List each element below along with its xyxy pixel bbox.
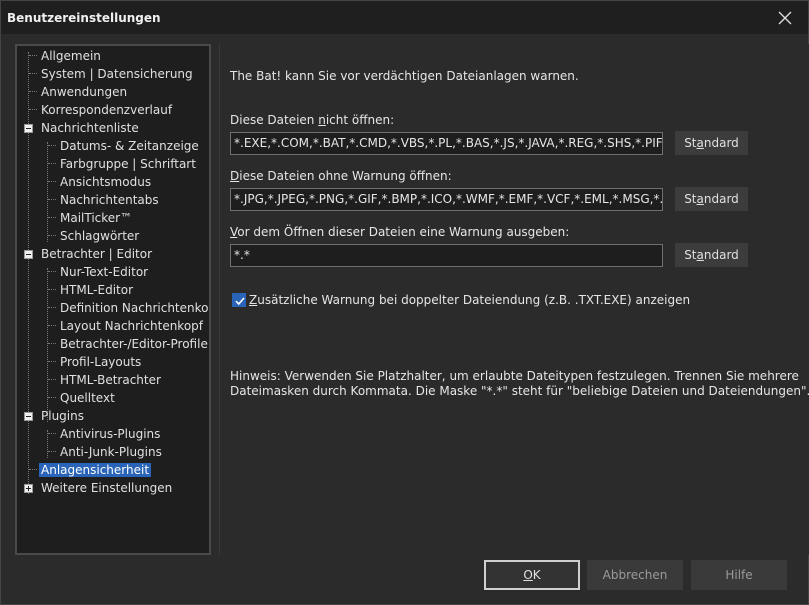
block-files-input[interactable]: *.EXE,*.COM,*.BAT,*.CMD,*.VBS,*.PL,*.BAS…	[230, 132, 663, 155]
tree-item-korrespondenzverlauf[interactable]: Korrespondenzverlauf	[41, 101, 172, 119]
tree-item-anwendungen[interactable]: Anwendungen	[41, 83, 127, 101]
expand-icon[interactable]	[24, 484, 33, 493]
warn-files-input[interactable]: *.*	[230, 244, 663, 267]
collapse-icon[interactable]	[24, 250, 33, 259]
hint-text-line1: Hinweis: Verwenden Sie Platzhalter, um e…	[230, 369, 799, 383]
close-button[interactable]	[762, 1, 808, 34]
tree-item-ansichtsmodus[interactable]: Ansichtsmodus	[60, 173, 151, 191]
tree-item-betrachter-editor[interactable]: Betrachter | Editor	[41, 245, 152, 263]
double-extension-label[interactable]: Zusätzliche Warnung bei doppelter Dateie…	[249, 293, 690, 307]
cancel-button[interactable]: Abbrechen	[587, 560, 683, 590]
tree-item-antivirus-plugins[interactable]: Antivirus-Plugins	[60, 425, 160, 443]
tree-item-datums-zeitanzeige[interactable]: Datums- & Zeitanzeige	[60, 137, 199, 155]
nowarn-files-standard-button[interactable]: Standard	[675, 187, 748, 211]
settings-dialog: Benutzereinstellungen Allgemein System |…	[0, 0, 809, 605]
double-extension-checkbox[interactable]	[232, 293, 246, 307]
titlebar: Benutzereinstellungen	[1, 1, 808, 34]
block-files-label: Diese Dateien nicht öffnen:	[230, 113, 395, 127]
ok-button[interactable]: OK	[484, 560, 580, 590]
settings-tree[interactable]: Allgemein System | Datensicherung Anwend…	[15, 44, 211, 555]
tree-item-farbgruppe[interactable]: Farbgruppe | Schriftart	[60, 155, 196, 173]
tree-item-definition-nachrichtenkopf[interactable]: Definition Nachrichtenkopf	[60, 299, 209, 317]
block-files-standard-button[interactable]: Standard	[675, 131, 748, 155]
close-icon	[778, 11, 792, 24]
warn-files-label: Vor dem Öffnen dieser Dateien eine Warnu…	[230, 225, 570, 239]
intro-text: The Bat! kann Sie vor verdächtigen Datei…	[230, 69, 579, 83]
tree-item-quelltext[interactable]: Quelltext	[60, 389, 115, 407]
collapse-icon[interactable]	[24, 412, 33, 421]
tree-item-nachrichtenliste[interactable]: Nachrichtenliste	[41, 119, 139, 137]
tree-item-system[interactable]: System | Datensicherung	[41, 65, 193, 83]
nowarn-files-input[interactable]: *.JPG,*.JPEG,*.PNG,*.GIF,*.BMP,*.ICO,*.W…	[230, 188, 663, 211]
hint-text-line2: Dateimasken durch Kommata. Die Maske "*.…	[230, 384, 809, 398]
attachment-security-panel: The Bat! kann Sie vor verdächtigen Datei…	[219, 44, 809, 555]
help-button[interactable]: Hilfe	[691, 560, 787, 590]
tree-item-mailticker[interactable]: MailTicker™	[60, 209, 132, 227]
tree-item-profil-layouts[interactable]: Profil-Layouts	[60, 353, 141, 371]
warn-files-standard-button[interactable]: Standard	[675, 243, 748, 267]
tree-item-nur-text-editor[interactable]: Nur-Text-Editor	[60, 263, 148, 281]
nowarn-files-label: Diese Dateien ohne Warnung öffnen:	[230, 169, 452, 183]
tree-item-html-editor[interactable]: HTML-Editor	[60, 281, 133, 299]
tree-item-nachrichtentabs[interactable]: Nachrichtentabs	[60, 191, 159, 209]
window-title: Benutzereinstellungen	[7, 11, 161, 25]
tree-item-editor-profile[interactable]: Betrachter-/Editor-Profile	[60, 335, 208, 353]
tree-item-layout-nachrichtenkopf[interactable]: Layout Nachrichtenkopf	[60, 317, 203, 335]
checkmark-icon	[235, 297, 245, 306]
collapse-icon[interactable]	[24, 124, 33, 133]
tree-item-anti-junk-plugins[interactable]: Anti-Junk-Plugins	[60, 443, 162, 461]
tree-item-anlagensicherheit[interactable]: Anlagensicherheit	[39, 461, 152, 479]
tree-item-html-betrachter[interactable]: HTML-Betrachter	[60, 371, 161, 389]
tree-item-weitere-einstellungen[interactable]: Weitere Einstellungen	[41, 479, 172, 497]
tree-item-schlagwoerter[interactable]: Schlagwörter	[60, 227, 139, 245]
tree-item-plugins[interactable]: Plugins	[41, 407, 84, 425]
tree-item-allgemein[interactable]: Allgemein	[41, 47, 101, 65]
